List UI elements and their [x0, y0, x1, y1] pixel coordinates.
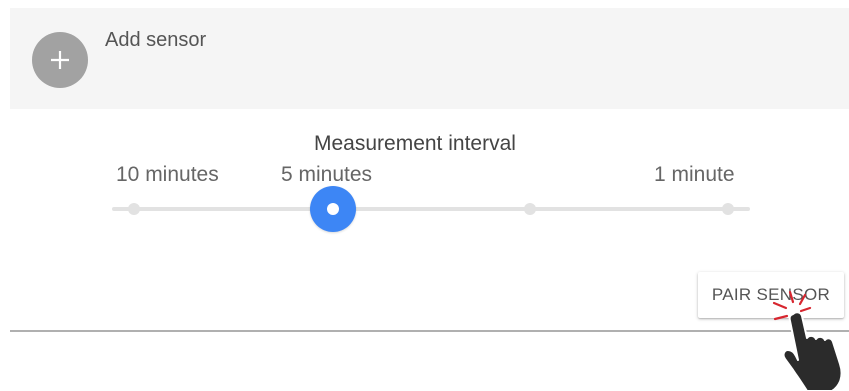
interval-slider-thumb[interactable]	[310, 186, 356, 232]
tick-label-1-minute: 1 minute	[654, 163, 735, 186]
slider-stop-2-minutes[interactable]	[524, 203, 536, 215]
add-sensor-label: Add sensor	[105, 29, 207, 51]
add-sensor-panel: Add sensor	[10, 8, 849, 109]
slider-stop-1-minute[interactable]	[722, 203, 734, 215]
interval-slider-track[interactable]	[112, 207, 750, 211]
pointing-hand-cursor-icon	[772, 290, 843, 391]
slider-thumb-center	[327, 203, 339, 215]
measurement-interval-title: Measurement interval	[314, 132, 516, 155]
plus-icon	[51, 51, 69, 69]
tick-label-10-minutes: 10 minutes	[116, 163, 219, 186]
add-sensor-button[interactable]	[32, 32, 88, 88]
sensor-settings-page: Add sensor Measurement interval 10 minut…	[0, 0, 849, 391]
slider-stop-10-minutes[interactable]	[128, 203, 140, 215]
tick-label-5-minutes: 5 minutes	[281, 163, 373, 186]
section-divider	[10, 330, 849, 332]
